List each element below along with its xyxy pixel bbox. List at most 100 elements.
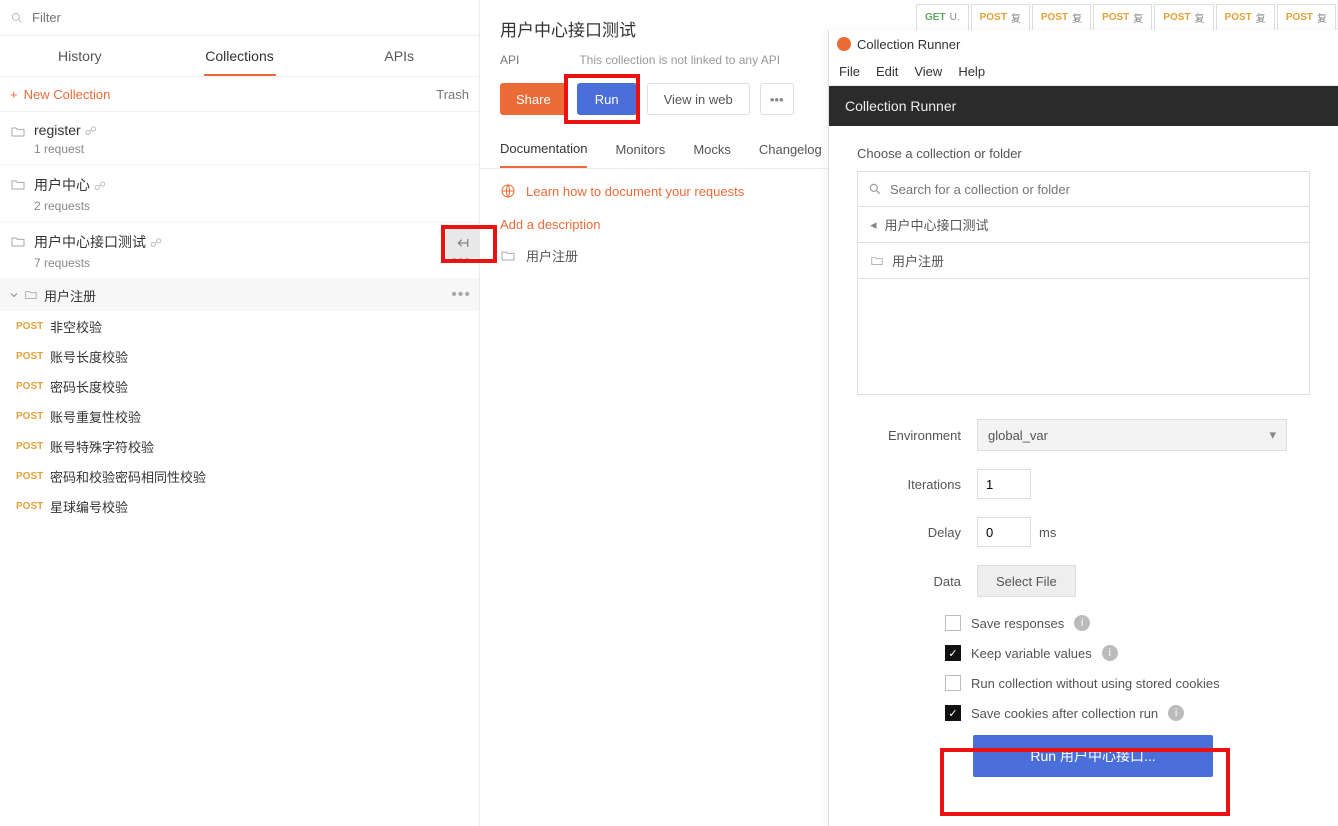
delay-input[interactable]: [977, 517, 1031, 547]
info-icon[interactable]: i: [1102, 645, 1118, 661]
method-badge: POST: [16, 501, 50, 512]
chevron-down-icon: [8, 289, 20, 301]
save-cookies-checkbox[interactable]: [945, 705, 961, 721]
share-button[interactable]: Share: [500, 83, 567, 115]
runner-menubar: File Edit View Help: [829, 58, 1338, 86]
environment-value: global_var: [988, 428, 1048, 443]
runner-breadcrumb[interactable]: ◂ 用户中心接口测试: [857, 207, 1310, 243]
collection-runner-window: Collection Runner File Edit View Help Co…: [828, 30, 1338, 826]
tab-history[interactable]: History: [0, 36, 160, 76]
view-in-web-button[interactable]: View in web: [647, 83, 750, 115]
menu-help[interactable]: Help: [958, 64, 985, 79]
search-icon: [10, 11, 24, 25]
tab-collections[interactable]: Collections: [160, 36, 320, 76]
search-icon: [868, 182, 882, 196]
method-badge: POST: [1041, 12, 1068, 23]
new-collection-button[interactable]: + New Collection: [10, 87, 110, 102]
request-tab[interactable]: POST 复: [1277, 4, 1336, 30]
collection-name: register: [34, 122, 81, 138]
tab-label: 复: [1317, 10, 1327, 25]
subtab-documentation[interactable]: Documentation: [500, 131, 587, 168]
more-button[interactable]: •••: [760, 83, 794, 115]
filter-input[interactable]: [32, 10, 469, 25]
request-item[interactable]: POST非空校验: [0, 311, 479, 341]
runner-folder-item[interactable]: 用户注册: [857, 243, 1310, 279]
method-badge: POST: [16, 411, 50, 422]
runner-titlebar: Collection Runner: [829, 30, 1338, 58]
choose-label: Choose a collection or folder: [857, 146, 1310, 161]
tab-label: 复: [1133, 10, 1143, 25]
more-icon[interactable]: •••: [451, 286, 471, 304]
keep-variable-checkbox[interactable]: [945, 645, 961, 661]
folder-icon: [10, 124, 26, 140]
request-name: 密码和校验密码相同性校验: [50, 467, 206, 486]
tab-label: U.: [950, 12, 960, 23]
menu-edit[interactable]: Edit: [876, 64, 898, 79]
request-tab[interactable]: POST 复: [1032, 4, 1091, 30]
info-icon[interactable]: i: [1168, 705, 1184, 721]
run-button[interactable]: Run: [577, 83, 637, 115]
method-badge: POST: [16, 441, 50, 452]
new-collection-label: New Collection: [24, 87, 111, 102]
method-badge: POST: [1225, 12, 1252, 23]
keep-variable-label: Keep variable values: [971, 646, 1092, 661]
request-item[interactable]: POST账号长度校验: [0, 341, 479, 371]
save-responses-checkbox[interactable]: [945, 615, 961, 631]
request-item[interactable]: POST密码长度校验: [0, 371, 479, 401]
request-item[interactable]: POST账号特殊字符校验: [0, 431, 479, 461]
subtab-changelog[interactable]: Changelog: [759, 131, 822, 168]
collection-item[interactable]: 用户中心 ☍ 2 requests: [0, 165, 479, 222]
method-badge: POST: [1163, 12, 1190, 23]
request-tab[interactable]: POST复: [1216, 4, 1275, 30]
new-collection-row: + New Collection Trash: [0, 76, 479, 112]
delay-label: Delay: [857, 525, 977, 540]
share-icon: ☍: [85, 124, 97, 138]
app-icon: [837, 37, 851, 51]
menu-view[interactable]: View: [914, 64, 942, 79]
plus-icon: +: [10, 87, 18, 102]
folder-row[interactable]: 用户注册 •••: [0, 279, 479, 311]
globe-icon: [500, 183, 516, 199]
request-tab[interactable]: POST 复: [1093, 4, 1152, 30]
share-icon: ☍: [94, 179, 106, 193]
subtab-mocks[interactable]: Mocks: [693, 131, 731, 168]
request-tab[interactable]: POST 复: [1154, 4, 1213, 30]
request-name: 账号长度校验: [50, 347, 128, 366]
tab-apis[interactable]: APIs: [319, 36, 479, 76]
runner-search-input[interactable]: [890, 182, 1299, 197]
no-cookies-checkbox[interactable]: [945, 675, 961, 691]
request-item[interactable]: POST星球编号校验: [0, 491, 479, 521]
request-item[interactable]: POST密码和校验密码相同性校验: [0, 461, 479, 491]
request-tabs-bar: GETU. POST复 POST复 POST复 POST复 POST复 POST…: [916, 0, 1338, 30]
trash-link[interactable]: Trash: [436, 87, 469, 102]
request-name: 账号重复性校验: [50, 407, 141, 426]
request-item[interactable]: POST账号重复性校验: [0, 401, 479, 431]
menu-file[interactable]: File: [839, 64, 860, 79]
method-badge: POST: [1102, 12, 1129, 23]
iterations-input[interactable]: [977, 469, 1031, 499]
collapse-panel-button[interactable]: [446, 228, 480, 258]
runner-item-text: 用户注册: [892, 251, 944, 270]
request-name: 账号特殊字符校验: [50, 437, 154, 456]
share-icon: ☍: [150, 236, 162, 250]
no-cookies-label: Run collection without using stored cook…: [971, 676, 1220, 691]
collection-sub: 7 requests: [34, 256, 469, 270]
folder-icon: [10, 234, 26, 250]
filter-row: [0, 0, 479, 36]
collection-sub: 2 requests: [34, 199, 469, 213]
tab-label: 复: [1072, 10, 1082, 25]
environment-select[interactable]: global_var ▾: [977, 419, 1287, 451]
caret-left-icon: ◂: [870, 217, 877, 233]
info-icon[interactable]: i: [1074, 615, 1090, 631]
request-tab[interactable]: POST复: [971, 4, 1030, 30]
run-collection-button[interactable]: Run 用户中心接口...: [973, 735, 1213, 777]
data-label: Data: [857, 574, 977, 589]
method-badge: POST: [16, 351, 50, 362]
select-file-button[interactable]: Select File: [977, 565, 1076, 597]
subtab-monitors[interactable]: Monitors: [615, 131, 665, 168]
collection-item[interactable]: 用户中心接口测试 ☍ 7 requests •••: [0, 222, 479, 279]
request-tab[interactable]: GETU.: [916, 4, 969, 30]
collection-item[interactable]: register ☍ 1 request: [0, 112, 479, 165]
tab-label: 复: [1195, 10, 1205, 25]
method-badge: POST: [1286, 12, 1313, 23]
